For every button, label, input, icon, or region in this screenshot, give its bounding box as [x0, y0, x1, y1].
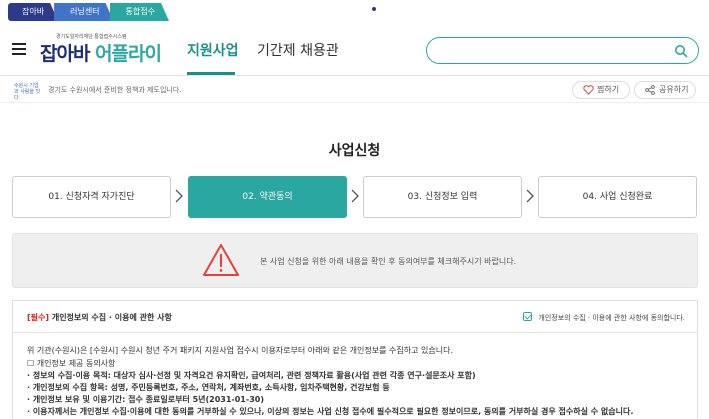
agree-label: 개인정보의 수집 · 이용에 관한 사항에 동의합니다.	[538, 314, 685, 322]
program-description: 경기도 수원시에서 준비한 정책과 제도입니다.	[48, 86, 182, 94]
like-label: 찜하기	[597, 85, 620, 94]
logo-text-a: 잡아바	[40, 43, 96, 65]
search-icon[interactable]	[674, 44, 688, 58]
consent-purpose: · 정보의 수집·이용 목적: 대상자 심사·선정 및 자격요건 유지확인, 급…	[27, 371, 476, 380]
chevron-right-icon	[351, 189, 359, 203]
chevron-right-icon	[526, 189, 534, 203]
step-application-info: 03. 신청정보 입력	[363, 176, 522, 218]
notice-text: 본 사업 신청을 위한 아래 내용을 확인 후 동의여부를 체크해주시기 바랍니…	[260, 257, 517, 266]
agree-checkbox[interactable]: 개인정보의 수집 · 이용에 관한 사항에 동의합니다.	[523, 311, 685, 323]
checkbox-checked-icon[interactable]	[523, 312, 533, 321]
nav-active-underline	[187, 72, 235, 75]
info-bar: 수원시 기업과 사람을 잇다 경기도 수원시에서 준비한 정책과 제도입니다. …	[0, 77, 709, 103]
warning-icon	[203, 244, 239, 276]
suwon-logo: 수원시 기업과 사람을 잇다	[14, 83, 41, 101]
step-eligibility-check: 01. 신청자격 자가진단	[12, 176, 171, 218]
main-header: 경기도일자리재단 통합접수시스템 잡아바 어플라이 지원사업 기간제 채용관	[0, 24, 709, 76]
consent-refusal-notice: · 이용자께서는 개인정보 수집·이용에 대한 동의를 거부하실 수 있으나, …	[27, 407, 634, 416]
notice-box: 본 사업 신청을 위한 아래 내용을 확인 후 동의여부를 체크해주시기 바랍니…	[12, 233, 698, 288]
required-tag: [필수]	[27, 313, 50, 322]
like-button[interactable]: 찜하기	[572, 81, 630, 99]
consent-body: 위 기관(수원시)은 [수원시] 수원시 청년 주거 패키지 지원사업 접수시 …	[27, 345, 687, 418]
chevron-right-icon	[175, 189, 183, 203]
consent-item-header: ☐ 개인정보 제공 동의사항	[27, 359, 116, 368]
consent-title: [필수] 개인정보의 수집 · 이용에 관한 사항	[27, 312, 172, 323]
share-button[interactable]: 공유하기	[634, 81, 696, 99]
site-tab-jobaba[interactable]: 잡아바	[8, 3, 58, 21]
share-label: 공유하기	[659, 85, 689, 94]
site-logo[interactable]: 잡아바 어플라이	[40, 39, 162, 66]
site-tab-integrated-intake[interactable]: 통합접수	[110, 3, 169, 21]
logo-text-b: 어플라이	[95, 43, 162, 65]
menu-icon[interactable]	[12, 43, 26, 55]
top-site-bar: 잡아바 러닝센터 통합접수	[0, 0, 709, 24]
site-tab-learning-center[interactable]: 러닝센터	[54, 3, 113, 21]
indicator-dot	[372, 7, 376, 11]
page-title: 사업신청	[328, 143, 381, 159]
step-terms-agreement: 02. 약관동의	[188, 176, 347, 218]
search-box	[426, 37, 699, 64]
share-icon	[645, 85, 655, 95]
consent-items-collected: · 개인정보의 수집 항목: 성명, 주민등록번호, 주소, 연락처, 계좌번호…	[27, 383, 390, 392]
consent-section: [필수] 개인정보의 수집 · 이용에 관한 사항 개인정보의 수집 · 이용에…	[12, 300, 698, 419]
nav-support-programs[interactable]: 지원사업	[187, 40, 239, 60]
nav-fixed-term-jobs[interactable]: 기간제 채용관	[257, 40, 339, 60]
step-application-complete: 04. 사업 신청완료	[538, 176, 697, 218]
consent-intro: 위 기관(수원시)은 [수원시] 수원시 청년 주거 패키지 지원사업 접수시 …	[27, 346, 453, 355]
consent-header: [필수] 개인정보의 수집 · 이용에 관한 사항 개인정보의 수집 · 이용에…	[13, 301, 697, 333]
consent-title-text: 개인정보의 수집 · 이용에 관한 사항	[49, 313, 172, 322]
heart-icon	[583, 85, 594, 95]
search-input[interactable]	[439, 42, 659, 60]
site-switcher: 잡아바 러닝센터 통합접수	[8, 3, 165, 21]
consent-retention-period: · 개인정보 보유 및 이용기간: 접수 종료일로부터 5년(2031-01-3…	[27, 395, 264, 404]
